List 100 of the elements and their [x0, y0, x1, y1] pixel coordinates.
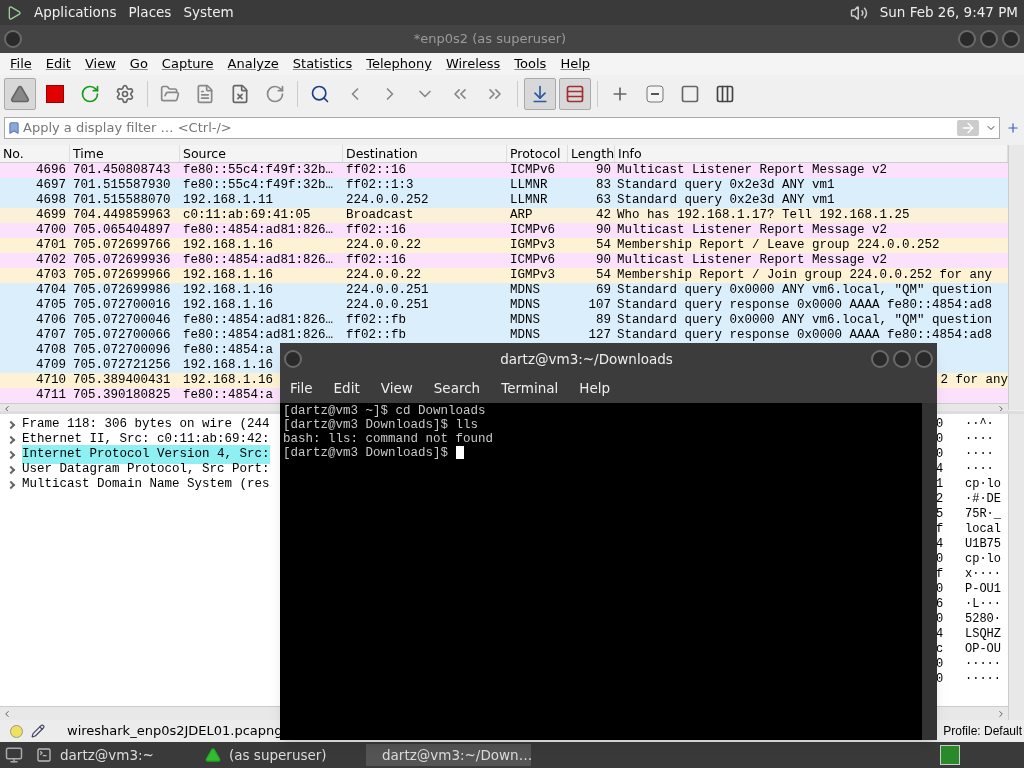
- packet-row[interactable]: 4698 701.515588070 192.168.1.11 224.0.0.252 LLMNR 63 Standard query 0x2e3d ANY vm1: [0, 193, 1008, 208]
- table-cell-text: Standard query 0x2e3d ANY vm1: [616, 193, 836, 208]
- packet-row[interactable]: 4708 705.072700096 fe80::4854:a: [0, 343, 280, 358]
- table-cell-text: 192.168.1.16: [182, 298, 274, 313]
- table-cell-text: 224.0.0.251: [345, 283, 430, 298]
- menu-item[interactable]: Go: [129, 54, 148, 74]
- scroll-right-icon[interactable]: [996, 708, 1006, 719]
- toolbar-button[interactable]: [559, 78, 591, 110]
- table-cell-text: IGMPv3: [509, 268, 556, 283]
- taskbar-button[interactable]: (as superuser): [197, 744, 362, 766]
- speaker-icon[interactable]: [849, 3, 868, 22]
- table-cell-text: fe80::4854:a: [182, 343, 274, 358]
- workspace-switcher-icon[interactable]: [940, 745, 960, 765]
- menu-item[interactable]: Tools: [514, 54, 547, 74]
- menu-item[interactable]: View: [380, 377, 413, 399]
- column-header[interactable]: Time: [70, 145, 180, 162]
- menu-item[interactable]: Terminal: [501, 377, 559, 399]
- panel-menu[interactable]: System: [183, 2, 234, 23]
- table-cell-text: Membership Report / Join group 224.0.0.252 for any: [616, 268, 994, 283]
- column-header[interactable]: No.: [0, 145, 70, 162]
- packet-row[interactable]: 4709 705.072721256 192.168.1.16: [0, 358, 280, 373]
- panel-menu[interactable]: Places: [128, 2, 172, 23]
- table-cell-text: 4702: [35, 253, 67, 268]
- menu-item[interactable]: File: [10, 54, 32, 74]
- hex-byte: 0: [935, 672, 945, 687]
- hex-byte: 4: [935, 537, 945, 552]
- add-filter-icon[interactable]: [1006, 121, 1020, 135]
- table-cell-text: 192.168.1.16: [182, 373, 274, 388]
- packet-row[interactable]: 4706 705.072700046 fe80::4854:ad81:826… ff02::fb MDNS 89 Standard query 0x0000 ANY vm6.local, "QM" question: [0, 313, 1008, 328]
- packet-row[interactable]: 4697 701.515587930 fe80::55c4:f49f:32b… ff02::1:3 LLMNR 83 Standard query 0x2e3d ANY vm1: [0, 178, 1008, 193]
- taskbar-button[interactable]: dartz@vm3:~: [28, 744, 193, 766]
- toolbar-button[interactable]: [4, 78, 36, 110]
- vertical-scrollbar[interactable]: [922, 403, 937, 740]
- close-button[interactable]: [1002, 30, 1020, 48]
- profile-label[interactable]: Profile: Default: [943, 722, 1022, 740]
- menu-item[interactable]: Statistics: [292, 54, 353, 74]
- tree-item[interactable]: Internet Protocol Version 4, Src:: [22, 445, 270, 464]
- panel-menu[interactable]: Applications: [34, 2, 117, 23]
- menu-item[interactable]: Telephony: [366, 54, 432, 74]
- edit-comment-icon[interactable]: [31, 724, 45, 738]
- table-cell-text: Standard query 0x2e3d ANY vm1: [616, 178, 836, 193]
- menu-item[interactable]: Wireless: [445, 54, 501, 74]
- table-cell-text: 192.168.1.16: [182, 238, 274, 253]
- status-indicator-icon[interactable]: [10, 724, 23, 738]
- packet-row[interactable]: 4707 705.072700066 fe80::4854:ad81:826… ff02::fb MDNS 127 Standard query response 0x0000 AAAA fe80::4854:ad8: [0, 328, 1008, 343]
- table-cell-text: 224.0.0.252: [345, 193, 430, 208]
- packet-row[interactable]: 4696 701.450808743 fe80::55c4:f49f:32b… ff02::16 ICMPv6 90 Multicast Listener Report Message v2: [0, 163, 1008, 178]
- column-header[interactable]: Length: [568, 145, 615, 162]
- menu-item[interactable]: View: [84, 54, 116, 74]
- table-cell-text: 42: [595, 208, 612, 223]
- ascii-text: cp·lo: [965, 477, 1001, 492]
- column-header[interactable]: Source: [180, 145, 343, 162]
- hex-byte: 4: [935, 462, 945, 477]
- close-button[interactable]: [915, 350, 933, 368]
- vertical-scrollbar[interactable]: [1008, 145, 1024, 410]
- packet-row[interactable]: 4710 705.389400431 192.168.1.16: [0, 373, 280, 388]
- menu-item[interactable]: Analyze: [227, 54, 279, 74]
- hex-byte: f: [935, 567, 945, 582]
- taskbar-button[interactable]: dartz@vm3:~/Down…: [366, 744, 531, 766]
- window-menu-button[interactable]: [284, 350, 302, 368]
- packet-row[interactable]: 4711 705.390180825 fe80::4854:a: [0, 388, 280, 403]
- packet-row[interactable]: 4703 705.072699966 192.168.1.16 224.0.0.22 IGMPv3 54 Membership Report / Join group 224.0.0.252 for any: [0, 268, 1008, 283]
- packet-row[interactable]: 4705 705.072700016 192.168.1.16 224.0.0.251 MDNS 107 Standard query response 0x0000 AAAA fe80::4854:ad8: [0, 298, 1008, 313]
- ascii-text: U1B75: [965, 537, 1001, 552]
- column-header[interactable]: Protocol: [507, 145, 568, 162]
- minimize-button[interactable]: [871, 350, 889, 368]
- horizontal-scrollbar[interactable]: [935, 706, 1008, 720]
- table-cell-text: 54: [595, 268, 612, 283]
- packet-row[interactable]: 4701 705.072699766 192.168.1.16 224.0.0.22 IGMPv3 54 Membership Report / Leave group 224.0.0.252: [0, 238, 1008, 253]
- maximize-button[interactable]: [980, 30, 998, 48]
- packet-row[interactable]: 4700 705.065404897 fe80::4854:ad81:826… ff02::16 ICMPv6 90 Multicast Listener Report Message v2: [0, 223, 1008, 238]
- vertical-scrollbar[interactable]: [1008, 414, 1024, 720]
- maximize-button[interactable]: [893, 350, 911, 368]
- packet-row[interactable]: 4704 705.072699986 192.168.1.16 224.0.0.251 MDNS 69 Standard query 0x0000 ANY vm6.local, "QM" question: [0, 283, 1008, 298]
- toolbar-button[interactable]: [524, 78, 556, 110]
- scroll-left-icon[interactable]: [2, 708, 12, 719]
- packet-row[interactable]: 4699 704.449859963 c0:11:ab:69:41:05 Broadcast ARP 42 Who has 192.168.1.17? Tell 192.168.1.25: [0, 208, 1008, 223]
- minimize-button[interactable]: [958, 30, 976, 48]
- bookmark-icon: [7, 120, 21, 136]
- menu-item[interactable]: File: [290, 377, 313, 399]
- menu-item[interactable]: Help: [579, 377, 611, 399]
- table-cell-text: 4710: [35, 373, 67, 388]
- window-menu-button[interactable]: [4, 30, 22, 48]
- capture-file-name: wireshark_enp0s2JDEL01.pcapng: [67, 722, 283, 741]
- menu-item[interactable]: Search: [433, 377, 481, 399]
- show-desktop-icon[interactable]: [4, 746, 24, 764]
- clock[interactable]: Sun Feb 26, 9:47 PM: [879, 2, 1018, 23]
- menu-item[interactable]: Edit: [45, 54, 71, 74]
- scroll-right-icon[interactable]: [996, 404, 1006, 414]
- hex-byte: c: [935, 642, 945, 657]
- menu-item[interactable]: Help: [560, 54, 590, 74]
- menu-item[interactable]: Capture: [161, 54, 214, 74]
- horizontal-scrollbar[interactable]: [0, 706, 280, 720]
- scroll-left-icon[interactable]: [2, 404, 12, 414]
- table-cell-text: 54: [595, 238, 612, 253]
- hex-byte: 6: [935, 597, 945, 612]
- column-header[interactable]: Destination: [343, 145, 507, 162]
- hex-byte: 1: [935, 477, 945, 492]
- menu-item[interactable]: Edit: [333, 377, 360, 399]
- packet-row[interactable]: 4702 705.072699936 fe80::4854:ad81:826… ff02::16 ICMPv6 90 Multicast Listener Report Message v2: [0, 253, 1008, 268]
